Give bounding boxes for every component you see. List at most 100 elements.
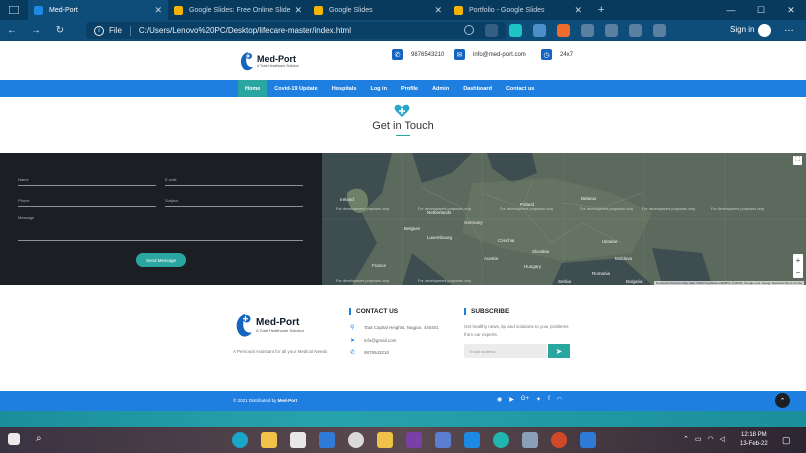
google-plus-icon[interactable]: G+ xyxy=(521,396,529,403)
read-aloud-icon[interactable] xyxy=(485,24,498,37)
map-watermark: For development purposes only xyxy=(642,207,696,211)
url-field[interactable]: i File C:/Users/Lenovo%20PC/Desktop/life… xyxy=(86,22,506,39)
onenote-icon[interactable] xyxy=(406,432,422,448)
nav-item-covid-update[interactable]: Covid-19 Update xyxy=(267,80,324,97)
snip-tool-icon[interactable] xyxy=(435,432,451,448)
store-icon[interactable] xyxy=(290,432,306,448)
nav-item-hospitals[interactable]: Hospitals xyxy=(325,80,364,97)
profile-avatar-icon[interactable] xyxy=(758,24,771,37)
battery-icon[interactable]: ▭ xyxy=(695,435,702,443)
windows-start-icon[interactable] xyxy=(8,433,20,445)
close-tab-icon[interactable]: ✕ xyxy=(154,5,162,16)
contact-heading: CONTACT US xyxy=(349,308,398,315)
rss-icon[interactable]: ◠ xyxy=(557,396,562,403)
paper-plane-icon: ➤ xyxy=(350,338,356,344)
nav-item-contact[interactable]: Contact us xyxy=(499,80,541,97)
nav-item-home[interactable]: Home xyxy=(238,80,268,97)
map-tiles xyxy=(322,153,806,285)
tab-title: Google Slides xyxy=(329,6,373,14)
favorites-icon[interactable] xyxy=(605,24,618,37)
clock-date: 13-Feb-22 xyxy=(740,441,768,447)
search-icon[interactable] xyxy=(464,25,474,35)
minimize-icon[interactable]: — xyxy=(716,5,746,15)
close-tab-icon[interactable]: ✕ xyxy=(294,5,302,16)
address-bar: ← → ↻ i File C:/Users/Lenovo%20PC/Deskto… xyxy=(0,20,806,41)
volume-icon[interactable]: ◁ xyxy=(720,435,725,443)
nav-item-profile[interactable]: Profile xyxy=(394,80,425,97)
chevron-up-icon[interactable]: ⌃ xyxy=(683,435,689,443)
subscribe-email-input[interactable]: Email address xyxy=(464,344,547,358)
chrome-canary-icon[interactable] xyxy=(493,432,509,448)
vscode-icon[interactable] xyxy=(464,432,480,448)
zoom-in-button[interactable]: + xyxy=(793,254,803,266)
browser-tab-medport[interactable]: Med-Port ✕ xyxy=(28,0,168,20)
browser-tab-strip: Med-Port ✕ Google Slides: Free Online Sl… xyxy=(0,0,806,20)
powerpoint-icon[interactable] xyxy=(551,432,567,448)
footer-email-text[interactable]: info@gmail.com xyxy=(364,338,396,343)
taskbar-clock[interactable]: 12:18 PM 13-Feb-22 xyxy=(740,431,768,449)
maximize-icon[interactable]: ☐ xyxy=(746,5,776,16)
youtube-icon[interactable]: ▶ xyxy=(509,396,514,403)
browser-tab-slides-free[interactable]: Google Slides: Free Online Slide ✕ xyxy=(168,0,308,20)
extension-icon[interactable] xyxy=(533,24,546,37)
nav-item-admin[interactable]: Admin xyxy=(425,80,456,97)
copyright-brand[interactable]: Med-Port xyxy=(278,398,298,403)
file-label: File xyxy=(109,26,122,35)
main-nav: Home Covid-19 Update Hospitals Log in Pr… xyxy=(0,80,806,97)
dribbble-icon[interactable]: ◉ xyxy=(497,396,502,403)
map-watermark: For development purposes only xyxy=(336,279,390,283)
share-icon[interactable] xyxy=(653,24,666,37)
close-window-icon[interactable]: ✕ xyxy=(776,5,806,16)
window-menu-icon[interactable] xyxy=(0,0,28,20)
info-icon[interactable]: i xyxy=(94,25,104,36)
app-icon[interactable] xyxy=(580,432,596,448)
map-label: Luxembourg xyxy=(427,235,453,240)
refresh-icon[interactable]: ↻ xyxy=(48,25,72,36)
system-tray: ⌃ ▭ ◠ ◁ xyxy=(683,435,725,443)
zoom-out-button[interactable]: − xyxy=(793,266,803,278)
subscribe-send-button[interactable]: ➤ xyxy=(548,344,570,358)
browser-tab-portfolio[interactable]: Portfolio - Google Slides ✕ xyxy=(448,0,588,20)
fullscreen-icon[interactable]: ⛶ xyxy=(793,156,802,165)
sticky-notes-icon[interactable] xyxy=(377,432,393,448)
sign-in-button[interactable]: Sign in xyxy=(730,25,754,34)
search-icon[interactable]: ⌕ xyxy=(36,433,42,444)
site-logo[interactable]: Med-Port A Total Healthcare Solution xyxy=(238,50,299,72)
email-field[interactable]: E-mail xyxy=(165,177,303,186)
get-in-touch-section: Get in Touch xyxy=(0,97,806,153)
extension-icon[interactable] xyxy=(557,24,570,37)
browser-tab-slides[interactable]: Google Slides ✕ xyxy=(308,0,448,20)
new-tab-button[interactable]: + xyxy=(598,4,604,16)
collections-icon[interactable] xyxy=(629,24,642,37)
notification-icon[interactable]: ▢ xyxy=(782,435,791,446)
location-map[interactable]: Ireland Netherlands Poland Belarus Germa… xyxy=(322,153,806,285)
phone-field[interactable]: Phone xyxy=(18,198,156,207)
back-to-top-button[interactable]: ⌃ xyxy=(775,393,790,408)
app-icon[interactable] xyxy=(522,432,538,448)
back-icon[interactable]: ← xyxy=(0,25,24,36)
map-label: Czechia xyxy=(498,238,515,243)
mail-icon[interactable] xyxy=(319,432,335,448)
message-field[interactable]: Message xyxy=(18,215,303,241)
footer-logo[interactable]: Med-Port A Total Healthcare Solution xyxy=(233,311,304,339)
more-options-icon[interactable]: … xyxy=(784,23,794,34)
facebook-icon[interactable]: f xyxy=(548,396,550,403)
extension-icon[interactable] xyxy=(509,24,522,37)
settings-icon[interactable] xyxy=(348,432,364,448)
nav-item-dashboard[interactable]: Dashboard xyxy=(456,80,499,97)
twitter-icon[interactable]: ✦ xyxy=(536,396,541,403)
wifi-icon[interactable]: ◠ xyxy=(708,435,714,443)
extension-icon[interactable] xyxy=(581,24,594,37)
name-field[interactable]: Name xyxy=(18,177,156,186)
file-explorer-icon[interactable] xyxy=(261,432,277,448)
close-tab-icon[interactable]: ✕ xyxy=(574,5,582,16)
header-hours: ◷ 24x7 xyxy=(541,49,573,60)
send-message-button[interactable]: Send Message xyxy=(136,253,186,267)
brand-tagline: A Total Healthcare Solution xyxy=(257,64,299,68)
close-tab-icon[interactable]: ✕ xyxy=(434,5,442,16)
nav-item-login[interactable]: Log in xyxy=(363,80,394,97)
brand-name: Med-Port xyxy=(257,54,296,64)
edge-icon[interactable] xyxy=(232,432,248,448)
subject-field[interactable]: Subject xyxy=(165,198,303,207)
forward-icon[interactable]: → xyxy=(24,25,48,36)
